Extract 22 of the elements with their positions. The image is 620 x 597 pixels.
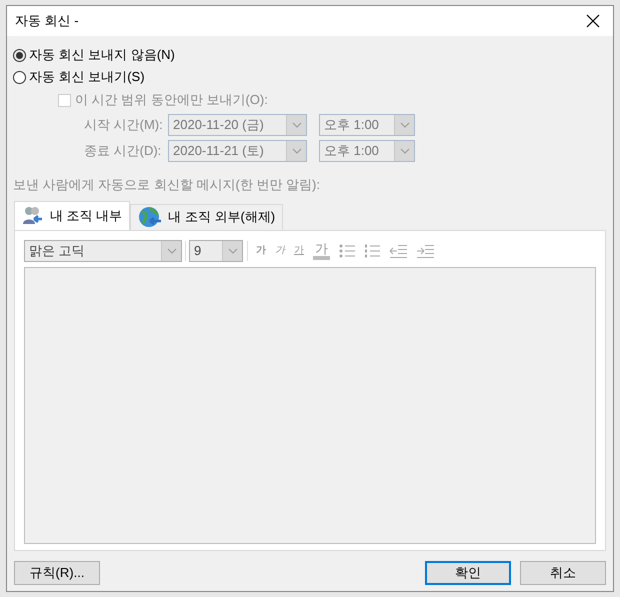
message-label: 보낸 사람에게 자동으로 회신할 메시지(한 번만 알림):: [13, 176, 321, 194]
window-title: 자동 회신 -: [15, 12, 79, 30]
radio-button[interactable]: [13, 48, 26, 62]
time-label: 종료 시간(D):: [83, 142, 162, 160]
dialog-button[interactable]: 취소: [520, 561, 606, 585]
bullet-list-icon[interactable]: [339, 244, 355, 258]
tab[interactable]: 내 조직 내부: [14, 200, 130, 230]
decrease-indent-icon[interactable]: [389, 244, 407, 258]
increase-indent-icon[interactable]: [416, 244, 434, 258]
dialog-button[interactable]: 규칙(R)...: [14, 561, 100, 585]
dialog-button[interactable]: 확인: [425, 561, 511, 585]
tab[interactable]: 내 조직 외부(해제): [130, 204, 284, 230]
radio-option[interactable]: 자동 회신 보내기(S): [13, 66, 145, 88]
font-dropdown[interactable]: 맑은 고딕: [24, 240, 182, 262]
radio-option[interactable]: 자동 회신 보내지 않음(N): [13, 44, 175, 66]
time-label: 시작 시간(M):: [83, 116, 164, 134]
globe-icon: [138, 206, 162, 228]
font-size-dropdown[interactable]: 9: [189, 240, 243, 262]
people-icon: [22, 206, 44, 226]
radio-button[interactable]: [13, 70, 26, 84]
close-icon: [586, 14, 600, 28]
numbered-list-icon[interactable]: [364, 244, 380, 258]
